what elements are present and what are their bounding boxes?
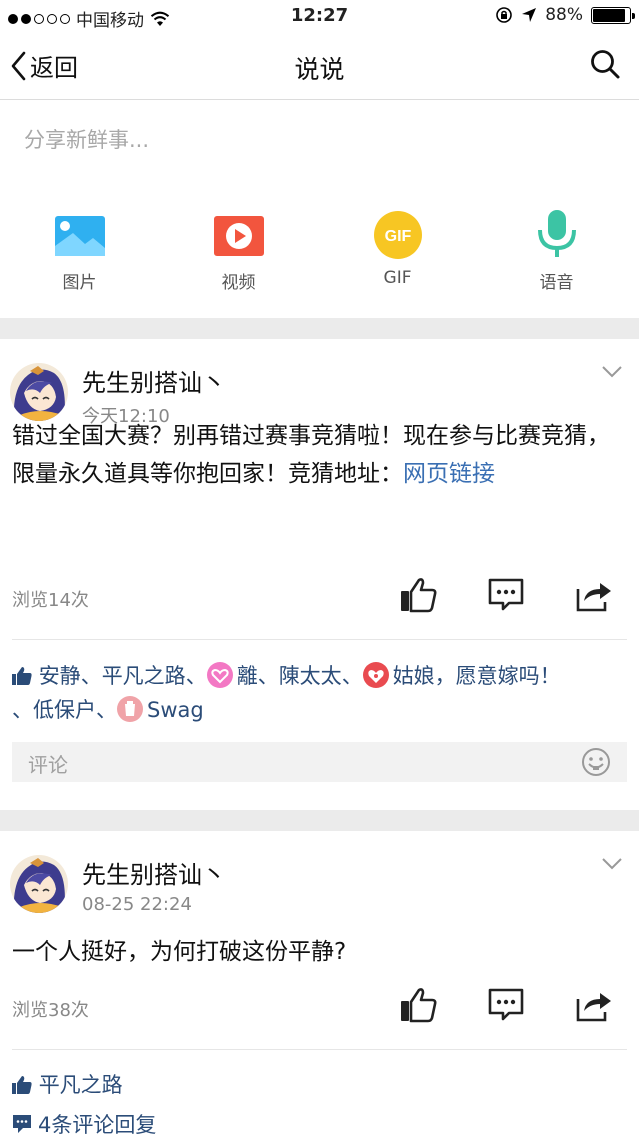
comment-input[interactable]: 评论 [12, 742, 627, 782]
liker[interactable]: 安静 [39, 664, 81, 688]
post-time: 08-25 22:24 [82, 894, 192, 915]
comment-bubble-icon [13, 1115, 31, 1133]
compose-input[interactable]: 分享新鲜事... [24, 124, 149, 154]
avatar[interactable] [10, 855, 68, 913]
composer: 分享新鲜事... 图片 视频 GIF GIF 语音 [0, 100, 639, 318]
media-image-label: 图片 [62, 273, 97, 293]
battery-icon [591, 6, 635, 24]
comment-icon[interactable] [487, 987, 525, 1023]
view-count: 浏览38次 [12, 1000, 89, 1021]
battery-percent: 88% [545, 5, 583, 25]
media-voice-label: 语音 [539, 273, 574, 293]
post-card: 先生别搭讪丶 今天12:10 错过全国大赛？别再错过赛事竞猜啦！现在参与比赛竞猜… [0, 339, 639, 810]
liker[interactable]: 姑娘，愿意嫁吗！ [393, 664, 561, 688]
cup-badge-icon [117, 696, 143, 722]
divider [12, 1049, 627, 1050]
post-card: 先生别搭讪丶 08-25 22:24 一个人挺好，为何打破这份平静? 浏览38次… [0, 831, 639, 1139]
video-icon [213, 216, 264, 256]
media-gif-button[interactable]: GIF GIF [318, 211, 477, 293]
liker[interactable]: Swag [147, 698, 204, 722]
divider [12, 639, 627, 640]
liker[interactable]: 平凡之路 [39, 1073, 123, 1097]
chevron-down-icon[interactable] [601, 365, 623, 379]
like-icon[interactable] [399, 577, 437, 613]
post-actions [399, 577, 613, 613]
view-count: 浏览14次 [12, 590, 89, 611]
likes-list: 平凡之路 [12, 1068, 629, 1102]
post-actions [399, 987, 613, 1023]
chevron-down-icon[interactable] [601, 857, 623, 871]
svg-text:GIF: GIF [384, 228, 411, 245]
media-image-button[interactable]: 图片 [0, 216, 159, 293]
post-author[interactable]: 先生别搭讪丶 [82, 363, 226, 398]
avatar[interactable] [10, 363, 68, 421]
search-button[interactable] [589, 48, 621, 84]
emoji-icon[interactable] [581, 747, 611, 777]
microphone-icon [537, 210, 576, 257]
post-text: 错过全国大赛？别再错过赛事竞猜啦！现在参与比赛竞猜，限量永久道具等你抱回家！竞猜… [12, 417, 629, 493]
post-text-content: 错过全国大赛？别再错过赛事竞猜啦！现在参与比赛竞猜，限量永久道具等你抱回家！竞猜… [12, 423, 610, 487]
gif-icon: GIF [373, 211, 422, 259]
liker[interactable]: 平凡之路 [102, 664, 186, 688]
comment-icon[interactable] [487, 577, 525, 613]
image-icon [54, 216, 105, 256]
section-separator [0, 318, 639, 339]
section-separator [0, 810, 639, 831]
liker[interactable]: 陳太太 [279, 664, 342, 688]
navigation-bar: 返回 说说 [0, 34, 639, 100]
media-options: 图片 视频 GIF GIF 语音 [0, 210, 639, 293]
liker[interactable]: 離 [237, 664, 258, 688]
search-icon [591, 50, 620, 79]
heart-badge-icon [206, 662, 233, 688]
post-link[interactable]: 网页链接 [403, 461, 495, 487]
media-voice-button[interactable]: 语音 [477, 210, 636, 293]
post-text: 一个人挺好，为何打破这份平静? [12, 939, 347, 965]
thumbs-up-icon [12, 667, 32, 685]
likes-list: 安静、平凡之路、 離、陳太太、 姑娘，愿意嫁吗！ 、低保户、 Swag [12, 662, 561, 722]
avatar-image [10, 363, 68, 421]
comment-placeholder: 评论 [28, 753, 68, 777]
post-author[interactable]: 先生别搭讪丶 [82, 855, 226, 890]
status-right: 88% [495, 5, 635, 25]
page-title: 说说 [294, 55, 345, 84]
location-arrow-icon [522, 8, 537, 22]
replies-link[interactable]: 4条评论回复 [12, 1109, 156, 1139]
media-video-button[interactable]: 视频 [159, 216, 318, 293]
lock-badge-icon [362, 662, 389, 688]
status-bar: 中国移动 12:27 88% [0, 0, 639, 34]
share-icon[interactable] [575, 577, 613, 613]
share-icon[interactable] [575, 987, 613, 1023]
avatar-image [10, 855, 68, 913]
thumbs-up-icon [12, 1076, 32, 1094]
like-icon[interactable] [399, 987, 437, 1023]
replies-count: 4条评论回复 [38, 1113, 157, 1137]
media-video-label: 视频 [221, 273, 256, 293]
rotation-lock-icon [496, 7, 513, 23]
media-gif-label: GIF [383, 268, 412, 288]
liker[interactable]: 低保户 [33, 698, 96, 722]
